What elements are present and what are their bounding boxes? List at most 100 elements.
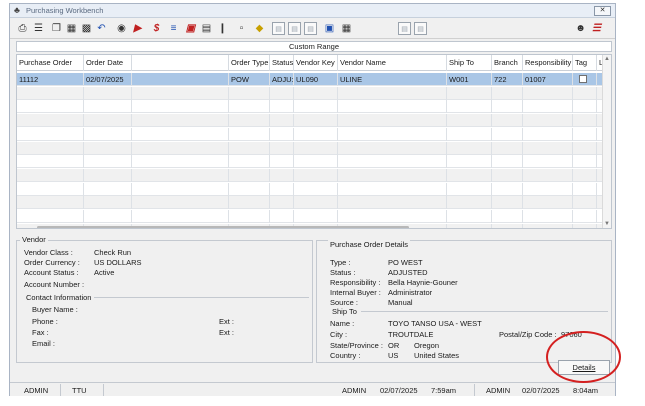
status-divider (103, 384, 104, 396)
table-row[interactable] (17, 196, 603, 210)
table-cell (338, 155, 447, 169)
grid-export-icon[interactable]: ▩ (80, 22, 93, 35)
page-icon[interactable]: ▤ (304, 22, 317, 35)
table-cell (270, 127, 294, 141)
table-cell (294, 168, 338, 182)
tag-checkbox[interactable] (579, 75, 587, 83)
doc-icon[interactable]: ▫ (235, 22, 248, 35)
status-time-1: 7:59am (431, 386, 457, 395)
order-currency-value: US DOLLARS (94, 258, 142, 267)
table-cell (270, 168, 294, 182)
col-blank[interactable] (132, 55, 229, 71)
table-row[interactable] (17, 141, 603, 155)
po-details-title: Purchase Order Details (328, 240, 410, 249)
table-cell (492, 155, 523, 169)
undo-icon[interactable]: ↶ (95, 22, 108, 35)
table-cell (84, 127, 132, 141)
col-branch[interactable]: Branch (492, 55, 523, 71)
col-status[interactable]: Status (270, 55, 294, 71)
horizontal-scrollbar[interactable] (37, 226, 409, 228)
table-cell (523, 196, 573, 210)
page-icon[interactable]: ▤ (272, 22, 285, 35)
copy-icon[interactable]: ❐ (50, 22, 63, 35)
city-value: TROUTDALE (388, 330, 434, 339)
binoculars-icon[interactable]: ◉ (115, 22, 128, 35)
table-cell (270, 196, 294, 210)
toolbar: ⎙ ☰ ❐ ▦ ▩ ↶ ◉ ▶ $ ≡ ▣ ▤ ❙ ▫ ◆ ▤ ▤ ▤ ▣ ▦ … (10, 19, 615, 39)
table-cell (294, 114, 338, 128)
tag-icon[interactable]: ◆ (253, 22, 266, 35)
checklist-icon[interactable]: ☰ (590, 22, 603, 35)
printer-icon[interactable]: ⎙ (16, 22, 29, 35)
page-icon[interactable]: ▤ (398, 22, 411, 35)
table-cell (492, 210, 523, 223)
cell-branch: 722 (492, 73, 523, 86)
table-cell (523, 86, 573, 100)
table-cell (523, 141, 573, 155)
page-icon[interactable]: ▤ (288, 22, 301, 35)
table-cell (17, 168, 84, 182)
col-tag[interactable]: Tag (573, 55, 597, 71)
table-cell (270, 182, 294, 196)
close-button[interactable]: ✕ (594, 6, 611, 16)
table-row[interactable] (17, 127, 603, 141)
grid-header: Purchase Order Order Date Order Type Sta… (17, 55, 603, 71)
page-icon[interactable]: ▤ (414, 22, 427, 35)
col-responsibility[interactable]: Responsibility (523, 55, 573, 71)
table-cell (523, 223, 573, 228)
scroll-down-icon[interactable]: ▼ (604, 221, 610, 227)
table-row[interactable] (17, 182, 603, 196)
calc-icon[interactable]: ▦ (340, 22, 353, 35)
table-cell (84, 196, 132, 210)
contact-separator (94, 297, 309, 298)
date-range-bar[interactable]: Custom Range (16, 41, 612, 52)
table-row[interactable] (17, 86, 603, 100)
table-cell (270, 100, 294, 114)
table-cell (294, 86, 338, 100)
account-status-label: Account Status : (24, 268, 79, 277)
table-cell (17, 210, 84, 223)
table-cell (132, 210, 229, 223)
table-cell (84, 168, 132, 182)
table-cell (17, 114, 84, 128)
col-order-type[interactable]: Order Type (229, 55, 270, 71)
table-cell (17, 196, 84, 210)
list-icon[interactable]: ☰ (32, 22, 45, 35)
table-cell (523, 127, 573, 141)
table-row[interactable] (17, 210, 603, 223)
table-cell (229, 86, 270, 100)
po-type-value: PO WEST (388, 258, 423, 267)
export-icon[interactable]: ▦ (65, 22, 78, 35)
form-icon[interactable]: ▣ (184, 22, 197, 35)
vertical-scrollbar[interactable]: ▲ ▼ (602, 55, 611, 228)
col-vendor-key[interactable]: Vendor Key (294, 55, 338, 71)
scroll-up-icon[interactable]: ▲ (604, 56, 610, 62)
col-order-date[interactable]: Order Date (84, 55, 132, 71)
col-purchase-order[interactable]: Purchase Order (17, 55, 84, 71)
country-code: US (388, 351, 399, 360)
dollar-icon[interactable]: $ (150, 22, 163, 35)
table-cell (338, 182, 447, 196)
table-row[interactable] (17, 100, 603, 114)
table-cell (294, 141, 338, 155)
table-row[interactable] (17, 114, 603, 128)
exit-icon[interactable]: ▶ (131, 22, 144, 35)
table-cell (132, 182, 229, 196)
table-cell (84, 182, 132, 196)
table-row[interactable]: 11112 02/07/2025 POW ADJU: UL090 ULINE W… (17, 73, 603, 86)
table-cell (229, 127, 270, 141)
status-user-2: ADMIN (342, 386, 367, 395)
col-vendor-name[interactable]: Vendor Name (338, 55, 447, 71)
table-row[interactable] (17, 168, 603, 182)
table-row[interactable] (17, 155, 603, 169)
user-icon[interactable]: ☻ (574, 22, 587, 35)
clip-icon[interactable]: ❙ (216, 22, 229, 35)
table-cell (132, 141, 229, 155)
window-icon[interactable]: ▣ (323, 22, 336, 35)
lines-icon[interactable]: ≡ (167, 22, 180, 35)
col-ship-to[interactable]: Ship To (447, 55, 492, 71)
table-cell (270, 155, 294, 169)
status-date-1: 02/07/2025 (380, 386, 418, 395)
report-icon[interactable]: ▤ (200, 22, 213, 35)
table-cell (84, 155, 132, 169)
